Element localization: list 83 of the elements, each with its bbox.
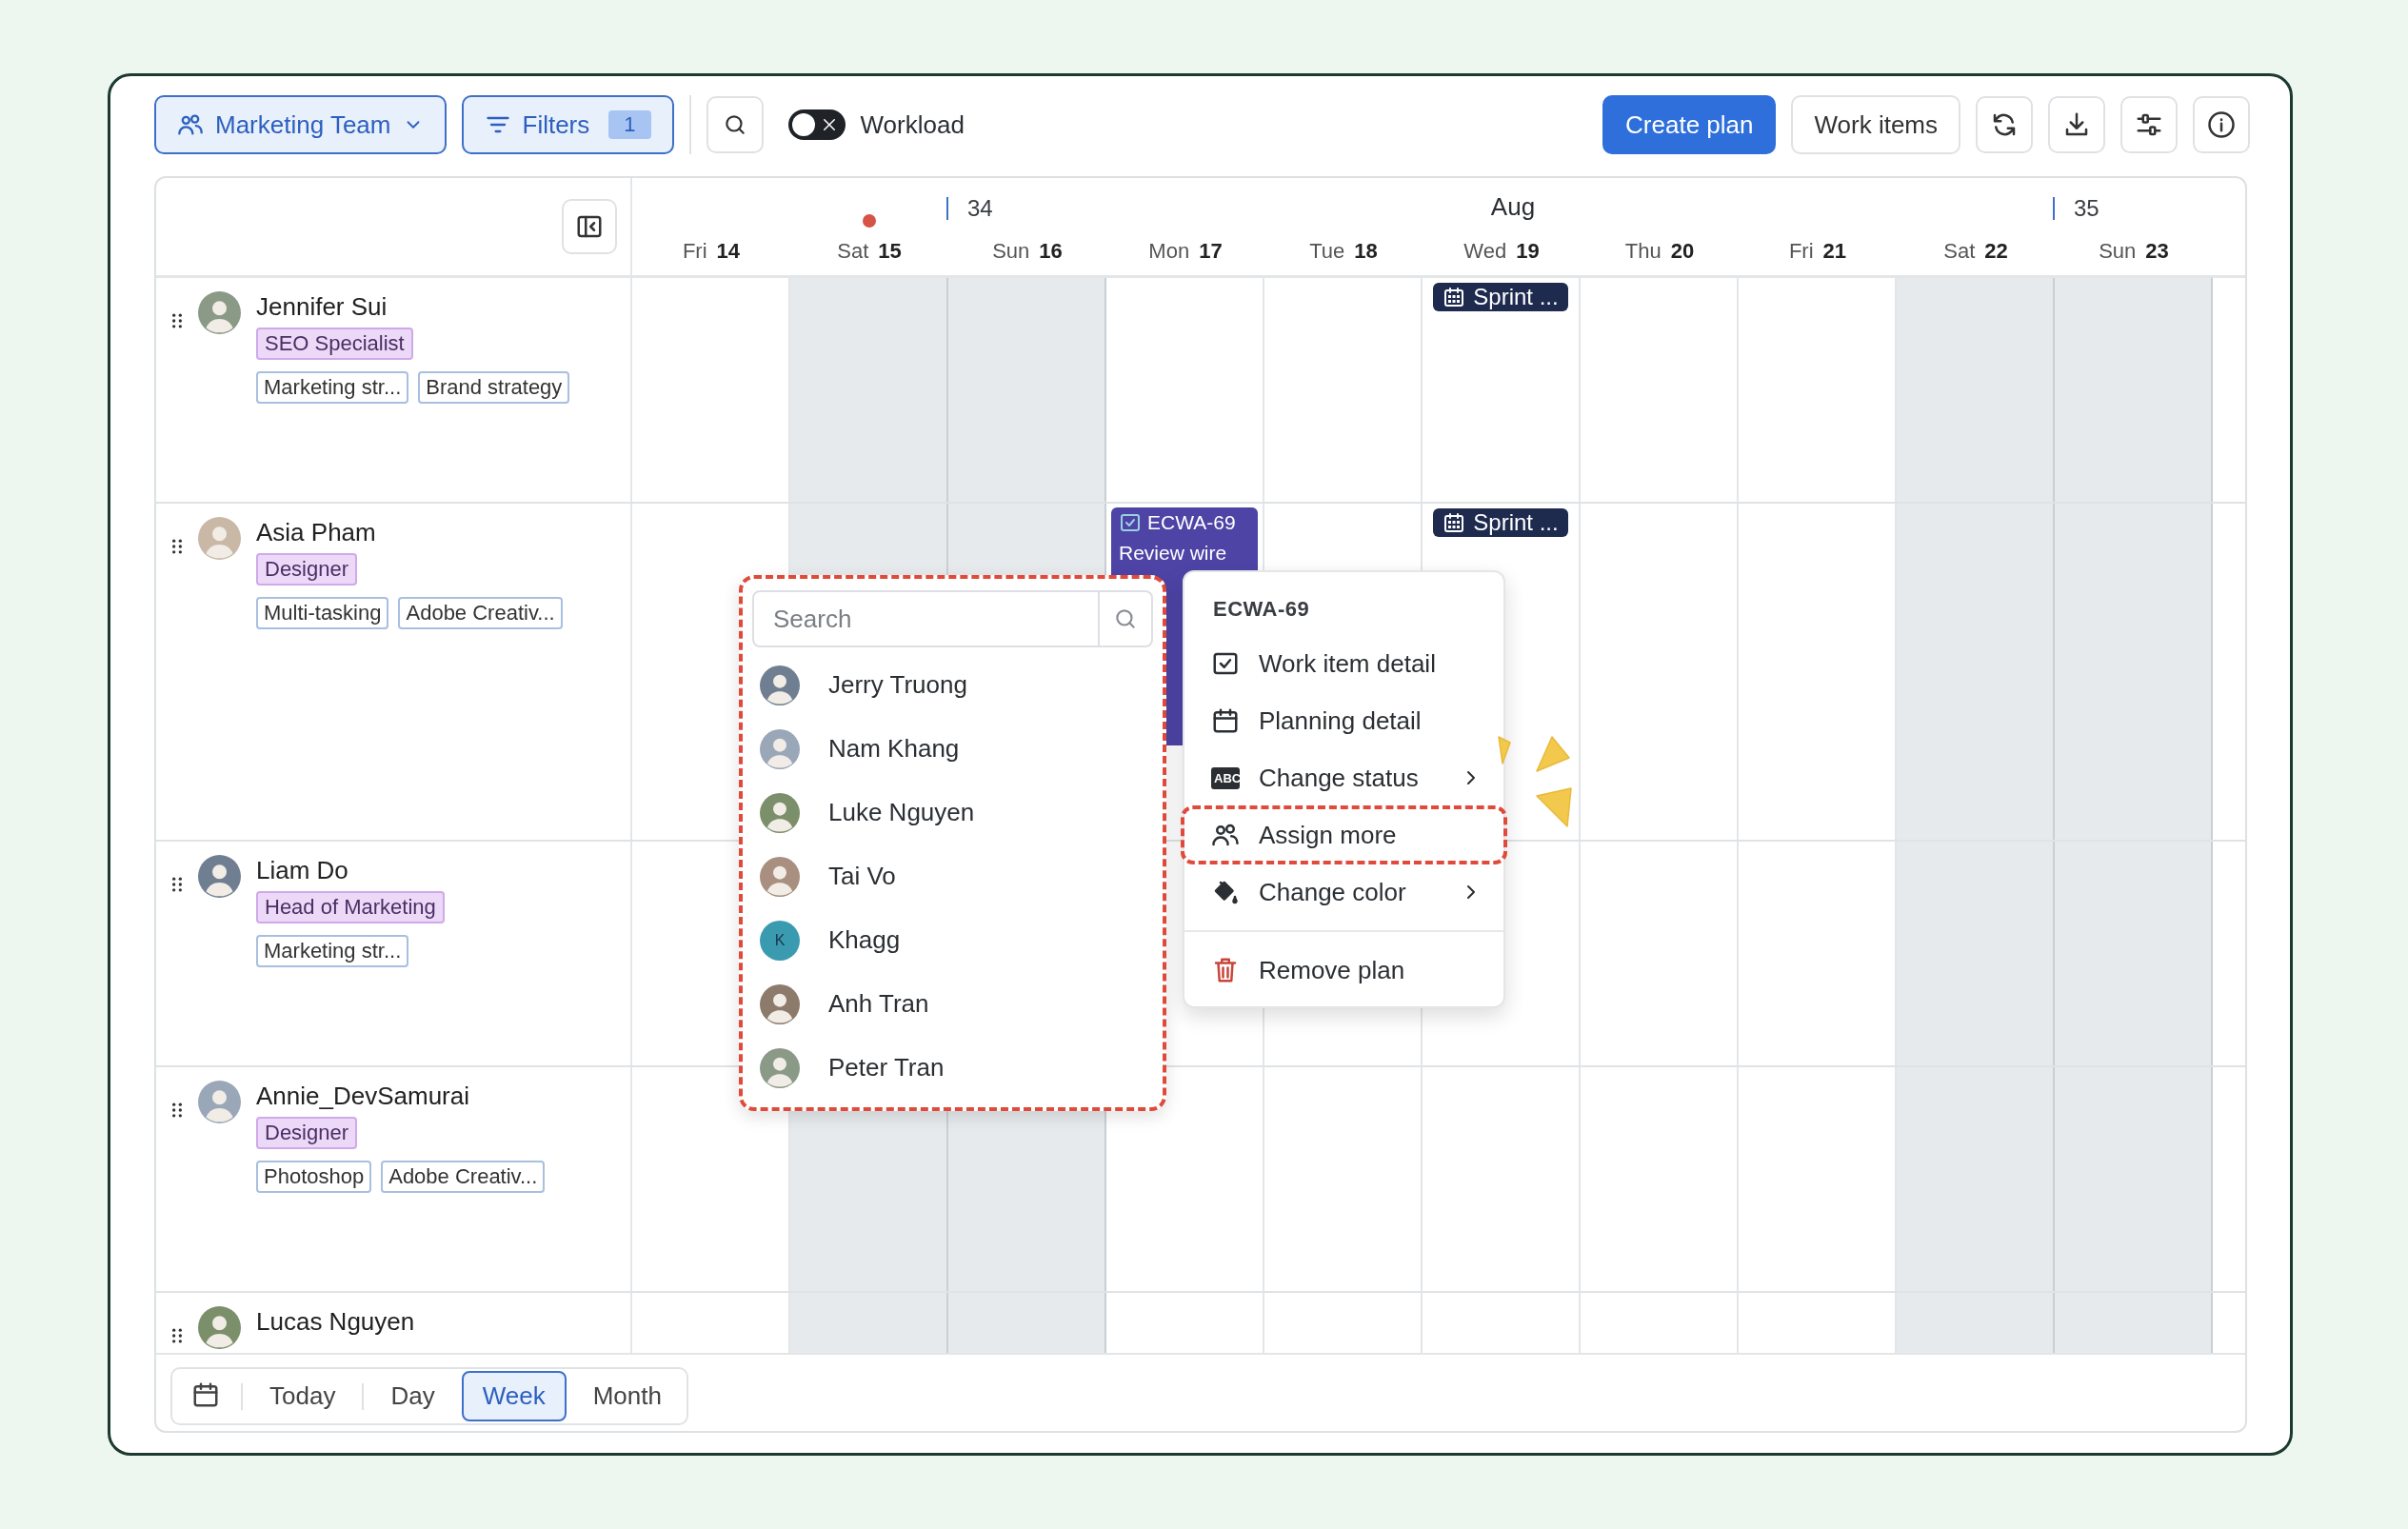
person-option[interactable]: Peter Tran <box>828 1053 945 1082</box>
avatar-icon <box>198 517 241 560</box>
day-header: Sat 15 <box>836 238 903 265</box>
member-name: Liam Do <box>256 855 348 885</box>
role-tag: Designer <box>256 553 358 586</box>
workload-label: Workload <box>860 109 965 140</box>
workload-toggle[interactable] <box>787 109 846 140</box>
calendar-icon <box>1211 706 1240 735</box>
menu-title: ECWA-69 <box>1212 596 1311 623</box>
skill-tag: Marketing str... <box>256 935 409 967</box>
skill-tag: Photoshop <box>256 1161 372 1193</box>
menu-item[interactable]: Change color <box>1184 864 1503 921</box>
avatar-icon <box>760 856 800 897</box>
settings-button[interactable] <box>2120 96 2178 153</box>
sprint-chip[interactable]: Sprint ... <box>1433 283 1568 311</box>
avatar-icon <box>760 1047 800 1088</box>
avatar-initial: K <box>760 920 800 961</box>
person-option[interactable]: Khagg <box>828 925 901 955</box>
calendar-icon <box>1443 511 1466 534</box>
menu-item[interactable]: Work item detail <box>1184 635 1503 692</box>
view-tab[interactable]: Today <box>249 1371 357 1421</box>
view-tab[interactable]: Month <box>571 1371 683 1421</box>
person-option[interactable]: Nam Khang <box>828 734 960 764</box>
day-header: Fri 21 <box>1787 238 1848 265</box>
week-number: 34 <box>967 195 993 222</box>
menu-item[interactable]: Planning detail <box>1184 692 1503 749</box>
skill-tag: Multi-tasking <box>256 597 389 629</box>
person-option[interactable]: Luke Nguyen <box>828 798 975 827</box>
filter-count-badge: 1 <box>608 110 651 139</box>
month-label: Aug <box>1490 192 1536 223</box>
person-option[interactable]: Jerry Truong <box>828 670 967 700</box>
task-code: ECWA-69 <box>1147 511 1236 534</box>
person-option[interactable]: Tai Vo <box>828 862 896 891</box>
member-name: Jennifer Sui <box>256 291 388 322</box>
day-header: Wed 19 <box>1463 238 1541 265</box>
search-field[interactable]: Search <box>752 590 1100 647</box>
week-number: 35 <box>2074 195 2100 222</box>
avatar-icon <box>198 291 241 334</box>
menu-item[interactable]: Remove plan <box>1184 942 1503 999</box>
search-button[interactable] <box>706 96 764 153</box>
refresh-button[interactable] <box>1976 96 2033 153</box>
member-name: Annie_DevSamurai <box>256 1081 469 1111</box>
team-dropdown[interactable]: Marketing Team <box>154 95 447 154</box>
member-name: Lucas Nguyen <box>256 1306 415 1337</box>
collapse-button[interactable] <box>562 199 617 254</box>
skill-tag: Adobe Creativ... <box>398 597 563 629</box>
day-header: Thu 20 <box>1623 238 1696 265</box>
avatar-icon <box>760 983 800 1024</box>
avatar-icon <box>760 665 800 705</box>
skill-tag: Brand strategy <box>418 371 570 404</box>
role-tag: Head of Marketing <box>256 891 445 923</box>
info-button[interactable] <box>2193 96 2250 153</box>
day-header: Fri 14 <box>681 238 742 265</box>
search-icon <box>1113 606 1138 631</box>
avatar-icon <box>760 792 800 833</box>
view-tab[interactable]: Day <box>369 1371 456 1421</box>
create-plan-button[interactable]: Create plan <box>1602 95 1777 154</box>
menu-item[interactable]: ABC Change status <box>1184 749 1503 806</box>
person-option[interactable]: Anh Tran <box>828 989 929 1019</box>
day-header: Tue 18 <box>1308 238 1379 265</box>
avatar-icon <box>198 855 241 898</box>
avatar-icon <box>198 1306 241 1349</box>
avatar-icon <box>760 728 800 769</box>
skill-tag: Marketing str... <box>256 371 409 404</box>
task-title: Review wire <box>1119 542 1228 565</box>
filters-button[interactable]: Filters 1 <box>461 95 674 154</box>
skill-tag: Adobe Creativ... <box>381 1161 546 1193</box>
day-header: Sat 22 <box>1942 238 2009 265</box>
sprint-chip[interactable]: Sprint ... <box>1433 508 1568 537</box>
status-badge-icon: ABC <box>1211 766 1240 789</box>
role-tag: Designer <box>256 1117 358 1149</box>
info-icon <box>2207 110 2236 139</box>
avatar-icon <box>198 1081 241 1123</box>
day-header: Sun 16 <box>991 238 1064 265</box>
menu-item[interactable]: Assign more <box>1182 806 1506 864</box>
role-tag: SEO Specialist <box>256 328 413 360</box>
day-header: Sun 23 <box>2098 238 2170 265</box>
member-name: Asia Pham <box>256 517 376 547</box>
day-header: Mon 17 <box>1147 238 1224 265</box>
calendar-icon <box>1443 286 1466 308</box>
view-tab[interactable]: Week <box>461 1371 567 1421</box>
download-button[interactable] <box>2048 96 2105 153</box>
work-items-button[interactable]: Work items <box>1791 95 1960 154</box>
